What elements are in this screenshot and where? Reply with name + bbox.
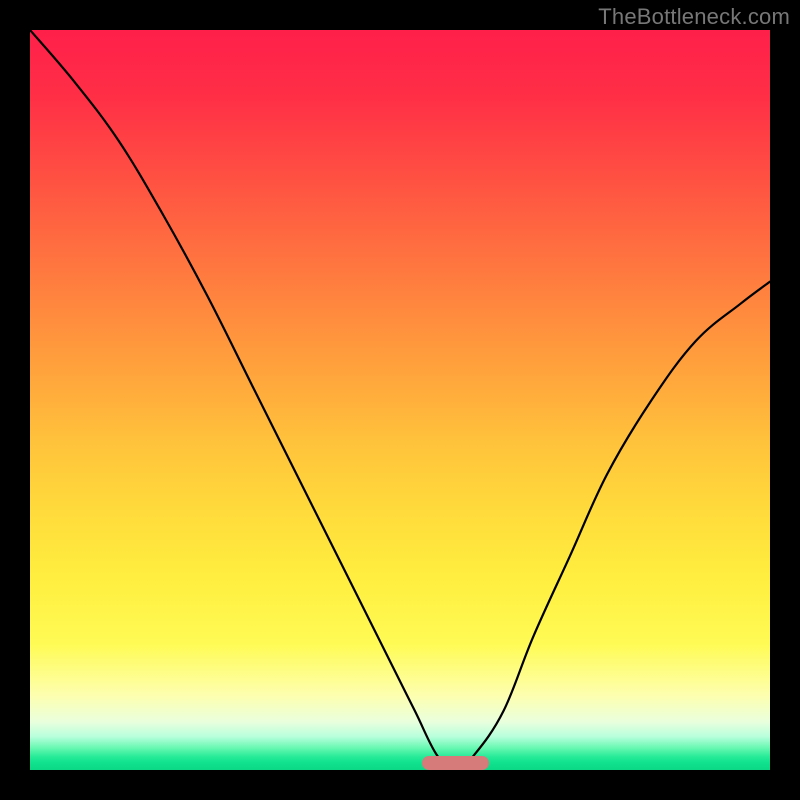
watermark-text: TheBottleneck.com [598, 4, 790, 30]
optimal-range-marker [422, 756, 489, 770]
plot-area [30, 30, 770, 770]
bottleneck-curve [30, 30, 770, 770]
chart-frame: TheBottleneck.com [0, 0, 800, 800]
